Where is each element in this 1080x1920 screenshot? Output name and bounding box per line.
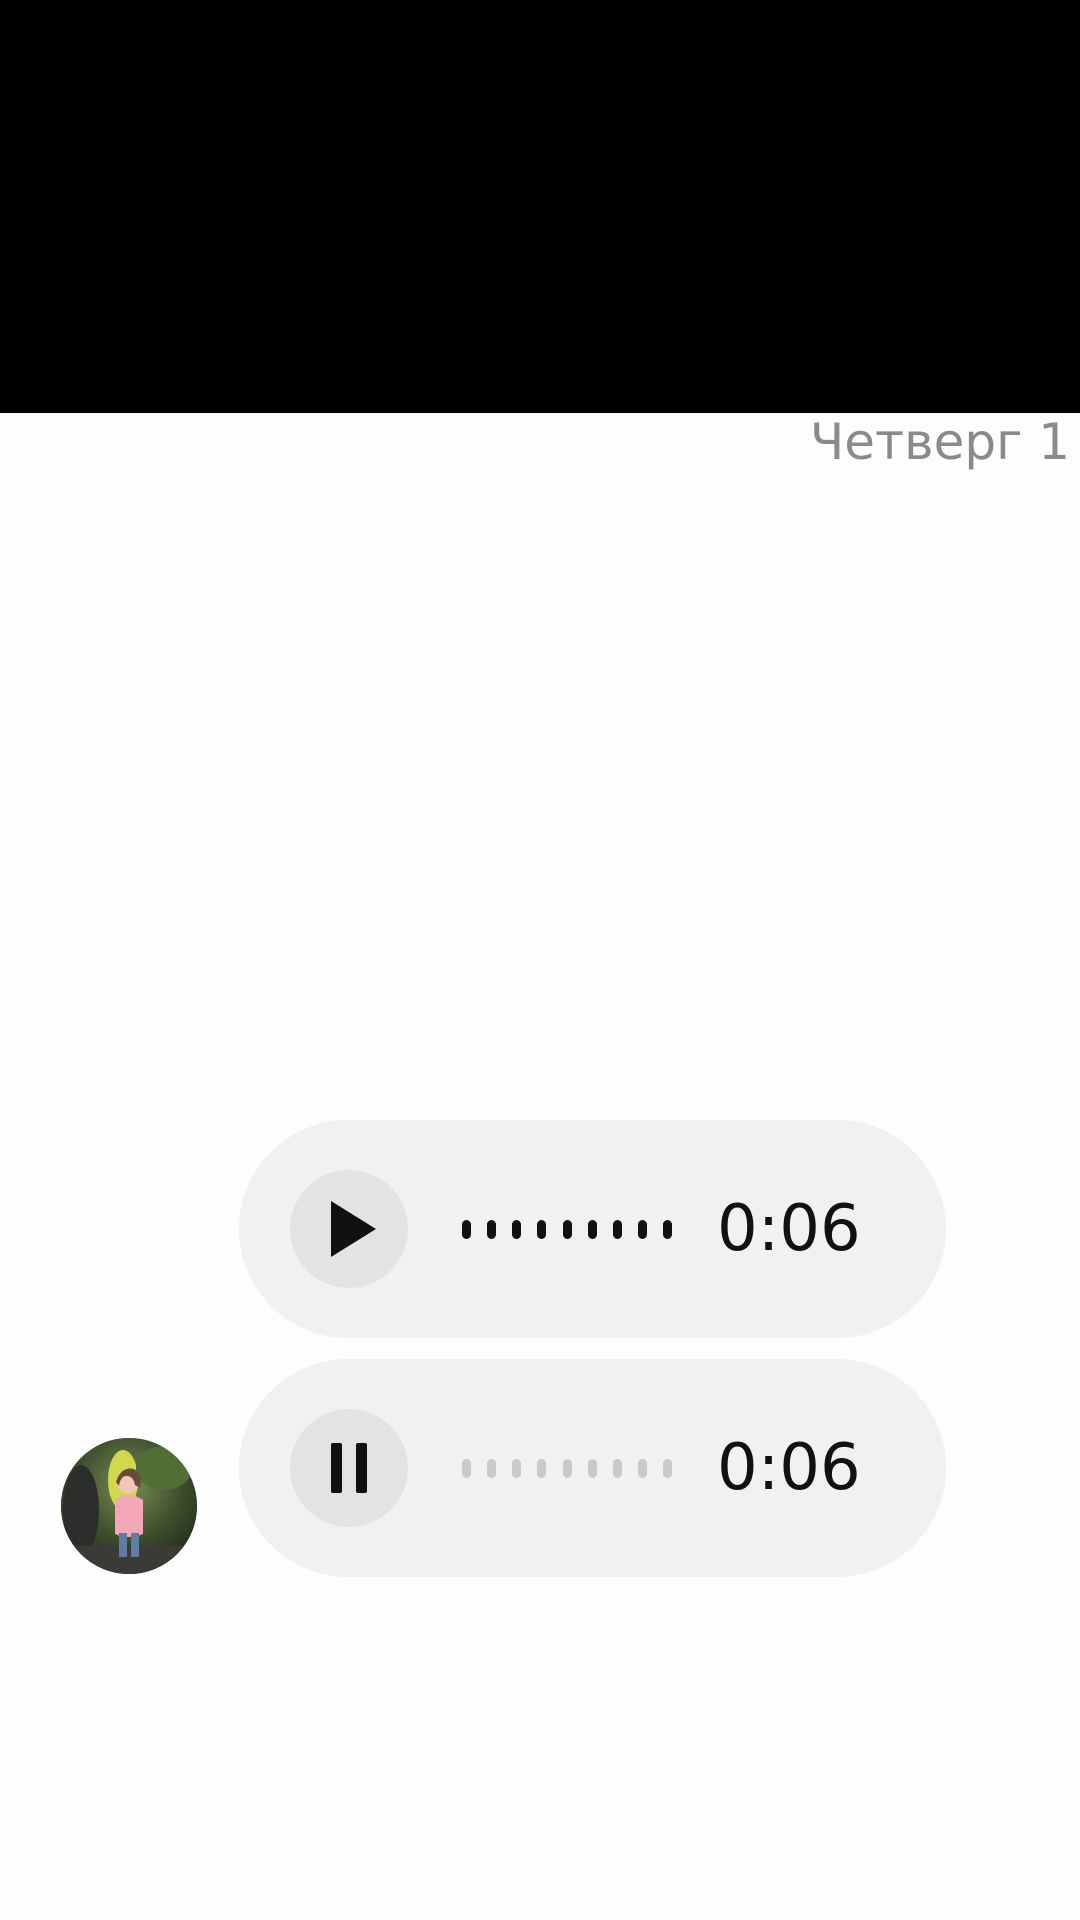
voice-waveform[interactable] [462,1218,672,1240]
voice-waveform[interactable] [462,1457,672,1479]
avatar-photo [61,1438,197,1574]
waveform-dot [537,1458,547,1478]
waveform-dot [537,1219,547,1239]
play-icon [331,1201,376,1257]
waveform-dot [663,1219,672,1239]
date-separator: Четверг 1 [810,413,1071,471]
waveform-dot [487,1458,497,1478]
waveform-dot [512,1458,522,1478]
voice-message-bubble[interactable]: 0:06 [239,1120,946,1338]
waveform-dot [637,1458,647,1478]
waveform-dot [663,1458,672,1478]
voice-message-bubble[interactable]: 0:06 [239,1359,946,1577]
waveform-dot [587,1458,597,1478]
voice-duration: 0:06 [717,1192,861,1266]
avatar[interactable] [61,1438,197,1574]
waveform-dot [512,1219,522,1239]
waveform-dot [487,1219,497,1239]
waveform-dot [462,1458,471,1478]
pause-button[interactable] [290,1409,408,1527]
waveform-dot [587,1219,597,1239]
play-button[interactable] [290,1170,408,1288]
waveform-dot [462,1219,471,1239]
pause-icon [331,1443,367,1493]
top-black-bar [0,0,1080,413]
waveform-dot [562,1458,572,1478]
waveform-dot [637,1219,647,1239]
waveform-dot [562,1219,572,1239]
voice-duration: 0:06 [717,1431,861,1505]
waveform-dot [612,1219,622,1239]
waveform-dot [612,1458,622,1478]
